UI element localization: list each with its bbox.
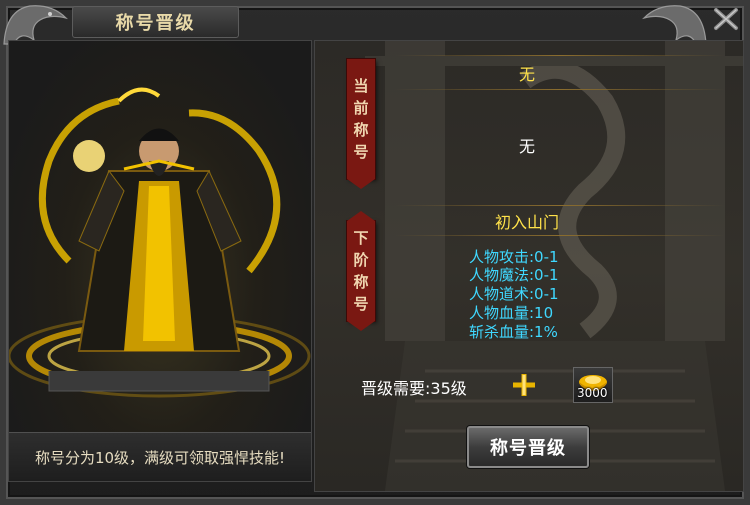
label-char: 号 — [353, 295, 369, 313]
stat-taoism: 人物道术:0-1 — [469, 285, 559, 303]
title-description-bar: 称号分为10级，满级可领取强悍技能! — [9, 432, 311, 481]
label-char: 称 — [353, 121, 369, 139]
current-title-label: 当 前 称 号 — [347, 59, 375, 189]
gold-amount: 3000 — [577, 386, 608, 400]
divider — [395, 205, 725, 206]
close-button[interactable] — [708, 4, 744, 34]
label-char: 当 — [353, 77, 369, 95]
label-char: 称 — [353, 273, 369, 291]
label-char: 前 — [353, 99, 369, 117]
divider — [395, 89, 725, 90]
title-description: 称号分为10级，满级可领取强悍技能! — [34, 448, 286, 467]
window-title-bar: 称号晋级 — [72, 6, 239, 38]
window-title: 称号晋级 — [115, 13, 196, 34]
next-title-name: 初入山门 — [494, 213, 559, 232]
character-preview-panel: 称号分为10级，满级可领取强悍技能! — [8, 40, 312, 482]
label-char: 下 — [353, 229, 369, 247]
stat-execute-hp: 斩杀血量:1% — [469, 323, 558, 341]
divider — [395, 55, 725, 56]
title-info-panel: 当 前 称 号 无 无 下 阶 称 号 初入山门 人物攻击:0-1 人物魔法:0… — [314, 40, 744, 492]
plus-icon — [513, 374, 535, 396]
current-title-attributes: 无 — [518, 137, 535, 156]
current-attributes-row: 无 — [395, 133, 659, 157]
upgrade-requirement: 晋级需要:35级 — [361, 379, 467, 398]
stat-magic: 人物魔法:0-1 — [469, 266, 559, 284]
upgrade-button-label: 称号晋级 — [490, 438, 566, 459]
next-title-label: 下 阶 称 号 — [347, 211, 375, 331]
close-icon — [714, 8, 738, 30]
upgrade-title-button[interactable]: 称号晋级 — [467, 426, 589, 468]
stat-hp: 人物血量:10 — [469, 304, 554, 322]
divider — [395, 235, 725, 236]
current-title-row: 无 — [395, 61, 659, 85]
label-char: 阶 — [353, 251, 369, 269]
label-char: 号 — [353, 143, 369, 161]
title-upgrade-window: 称号晋级 称号分为10级，满级可领取强悍技能! 当 前 称 号 无 无 下 阶 … — [0, 0, 750, 505]
next-title-row: 初入山门 — [395, 209, 659, 233]
title-character-preview — [9, 87, 311, 398]
current-title-name: 无 — [518, 65, 535, 84]
stat-attack: 人物攻击:0-1 — [469, 248, 559, 266]
